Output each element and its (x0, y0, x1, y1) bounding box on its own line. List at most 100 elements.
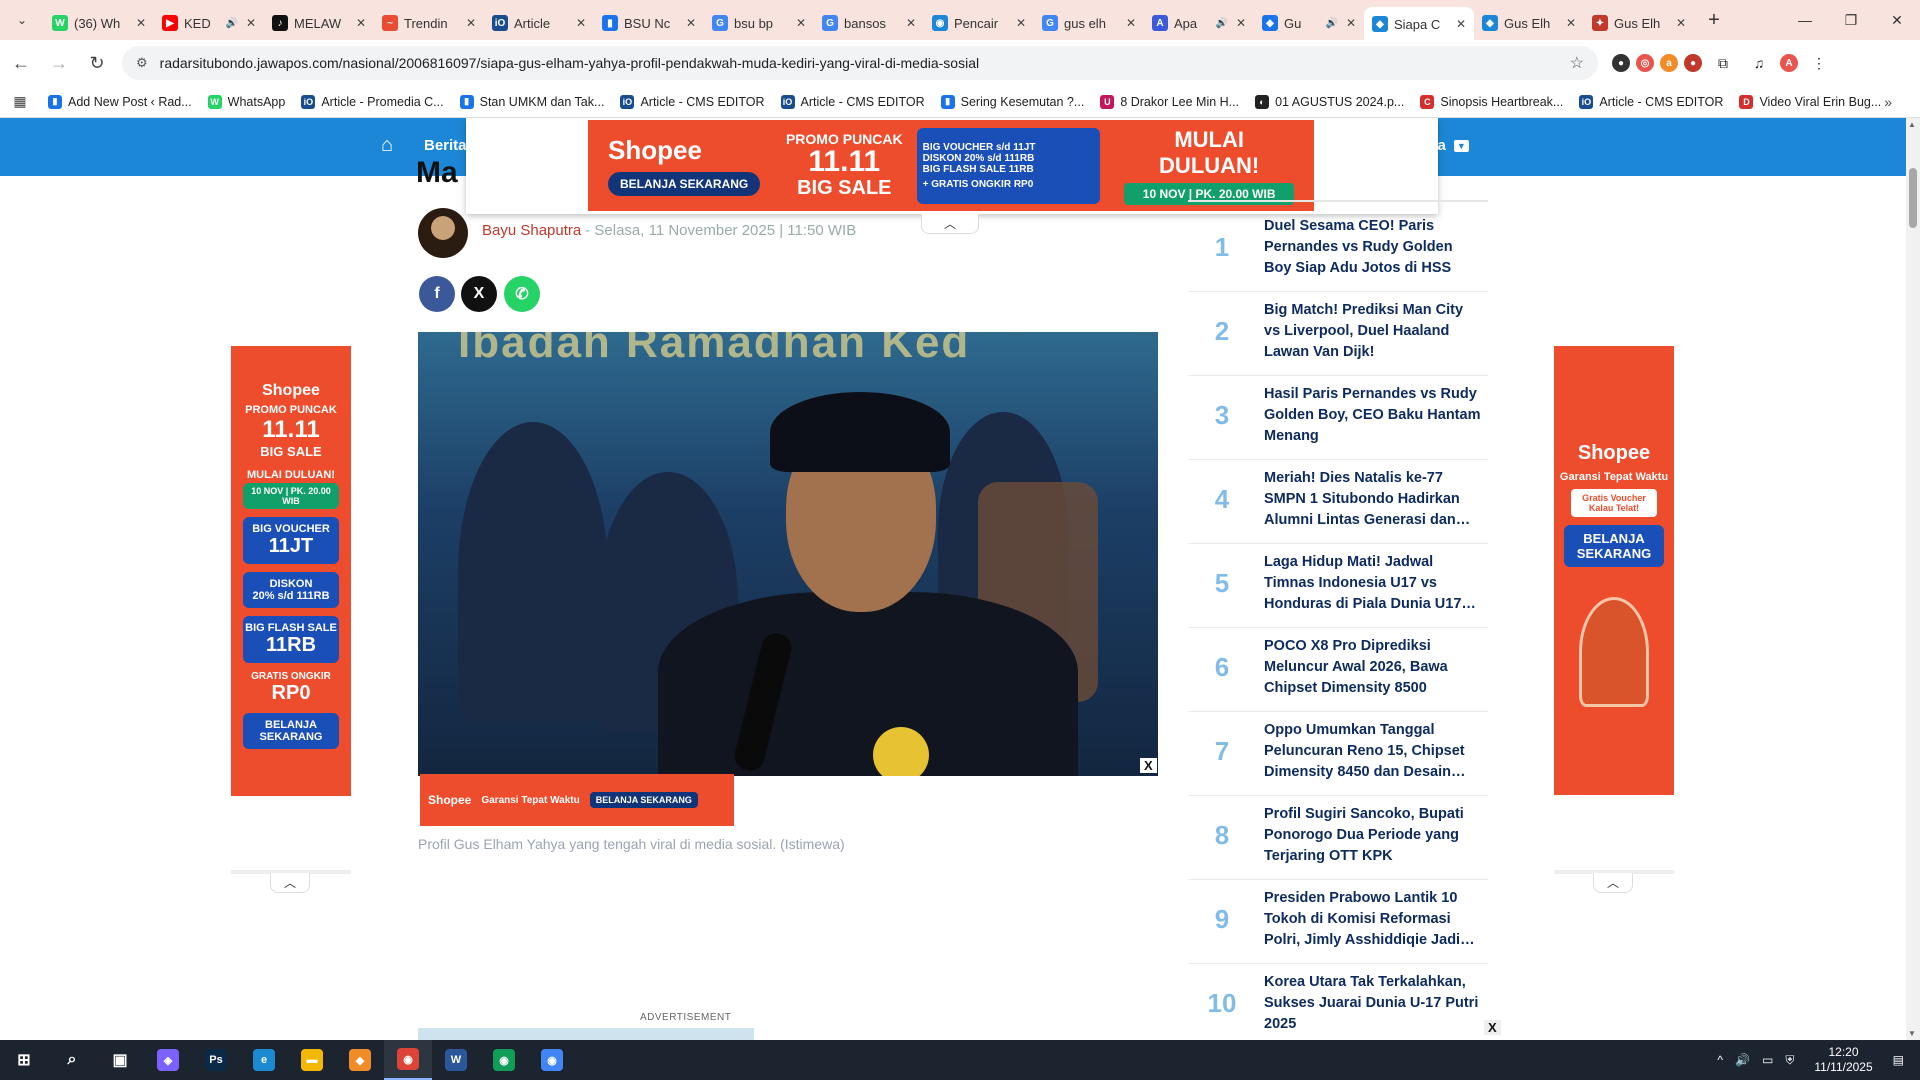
site-info-icon[interactable]: ⚙ (136, 55, 148, 71)
bookmark-item[interactable]: C Sinopsis Heartbreak... (1412, 94, 1571, 109)
left-ad-collapse-button[interactable]: ︿ (270, 873, 310, 893)
tab-close-icon[interactable]: ✕ (136, 16, 146, 30)
minimize-icon[interactable]: — (1782, 0, 1828, 40)
tab-close-icon[interactable]: ✕ (1126, 16, 1136, 30)
browser-tab[interactable]: ◉ Pencair ✕ (924, 7, 1034, 39)
taskbar-clock[interactable]: 12:20 11/11/2025 (1814, 1045, 1872, 1075)
share-facebook-button[interactable]: f (419, 276, 455, 312)
extensions-puzzle-icon[interactable]: ⧉ (1708, 48, 1738, 78)
tab-close-icon[interactable]: ✕ (1456, 17, 1466, 31)
advertisement-slot[interactable] (418, 1028, 754, 1040)
trending-title-link[interactable]: Korea Utara Tak Terkalahkan, Sukses Juar… (1264, 972, 1482, 1035)
browser-tab[interactable]: Gbsu bp ✕ (704, 7, 814, 39)
extension-dark-icon[interactable]: ● (1612, 54, 1630, 72)
restore-icon[interactable]: ❐ (1828, 0, 1874, 40)
bookmark-item[interactable]: iO Article - CMS EDITOR (773, 94, 933, 109)
trending-item[interactable]: 1 Duel Sesama CEO! Paris Pernandes vs Rud… (1188, 208, 1488, 292)
trending-title-link[interactable]: Meriah! Dies Natalis ke-77 SMPN 1 Situbo… (1264, 468, 1482, 531)
tab-audio-icon[interactable]: 🔊 (1215, 18, 1227, 29)
left-side-shopee-ad[interactable]: Shopee PROMO PUNCAK 11.11 BIG SALE MULAI… (231, 346, 351, 796)
tab-audio-icon[interactable]: 🔊 (225, 18, 237, 29)
extension-red-icon[interactable]: ● (1684, 54, 1702, 72)
right-ad-collapse-button[interactable]: ︿ (1593, 873, 1633, 893)
trending-title-link[interactable]: Presiden Prabowo Lantik 10 Tokoh di Komi… (1264, 888, 1482, 951)
browser-tab[interactable]: ◆ Siapa C ✕ (1364, 7, 1474, 41)
scroll-down-icon[interactable]: ▼ (1908, 1029, 1916, 1038)
browser-tab[interactable]: ◆ Gu 🔊 ✕ (1254, 7, 1364, 39)
reload-button[interactable]: ↻ (80, 46, 114, 80)
tab-close-icon[interactable]: ✕ (686, 16, 696, 30)
taskbar-chrome-button[interactable]: ◉ (480, 1040, 528, 1080)
taskbar-task-view-button[interactable]: ▣ (96, 1040, 144, 1080)
trending-item[interactable]: 8 Profil Sugiri Sancoko, Bupati Ponorogo … (1188, 796, 1488, 880)
trending-item[interactable]: 7 Oppo Umumkan Tanggal Peluncuran Reno 15… (1188, 712, 1488, 796)
trending-item[interactable]: 4 Meriah! Dies Natalis ke-77 SMPN 1 Situb… (1188, 460, 1488, 544)
trending-title-link[interactable]: Oppo Umumkan Tanggal Peluncuran Reno 15,… (1264, 720, 1482, 783)
taskbar-copilot-button[interactable]: ◈ (144, 1040, 192, 1080)
browser-tab[interactable]: ✦ Gus Elh ✕ (1584, 7, 1694, 39)
shield-icon[interactable]: ⛨ (1785, 1053, 1794, 1068)
browser-tab[interactable]: ~ Trendin ✕ (374, 7, 484, 39)
taskbar-start-button[interactable]: ⊞ (0, 1040, 48, 1080)
trending-title-link[interactable]: Duel Sesama CEO! Paris Pernandes vs Rudy… (1264, 216, 1482, 279)
bottom-ad-close-button[interactable]: X (1484, 1020, 1501, 1035)
bookmark-item[interactable]: ◐ 01 AGUSTUS 2024.p... (1247, 94, 1412, 109)
hero-ad-close-button[interactable]: X (1140, 758, 1157, 773)
author-name[interactable]: Bayu Shaputra (482, 222, 581, 239)
taskbar-word-button[interactable]: W (432, 1040, 480, 1080)
tab-close-icon[interactable]: ✕ (1016, 16, 1026, 30)
trending-title-link[interactable]: Laga Hidup Mati! Jadwal Timnas Indonesia… (1264, 552, 1482, 615)
bookmark-item[interactable]: ▮ Stan UMKM dan Tak... (452, 94, 613, 109)
bookmark-item[interactable]: iO Article - Promedia C... (293, 94, 451, 109)
browser-tab[interactable]: ▮ BSU Nc ✕ (594, 7, 704, 39)
tab-close-icon[interactable]: ✕ (576, 16, 586, 30)
article-hero-image[interactable]: Ibadah Ramadhan Ked (418, 332, 1158, 776)
taskbar-chrome-2-button[interactable]: ◉ (528, 1040, 576, 1080)
right-side-shopee-ad[interactable]: Shopee Garansi Tepat Waktu Gratis Vouche… (1554, 346, 1674, 795)
trending-title-link[interactable]: Profil Sugiri Sancoko, Bupati Ponorogo D… (1264, 804, 1482, 867)
bookmarks-overflow-icon[interactable]: » (1884, 94, 1892, 110)
tab-close-icon[interactable]: ✕ (356, 16, 366, 30)
scroll-up-icon[interactable]: ▲ (1908, 120, 1916, 129)
tab-close-icon[interactable]: ✕ (1566, 16, 1576, 30)
browser-tab[interactable]: A Apa 🔊 ✕ (1144, 7, 1254, 39)
browser-tab[interactable]: Ggus elh ✕ (1034, 7, 1144, 39)
nav-berita-link[interactable]: Berita (424, 137, 467, 154)
network-icon[interactable]: ▭ (1762, 1053, 1773, 1067)
share-x-button[interactable]: X (461, 276, 497, 312)
extension-instagram-icon[interactable]: ◎ (1636, 54, 1654, 72)
inline-ad-cta[interactable]: BELANJA SEKARANG (589, 792, 698, 808)
bookmark-item[interactable]: U 8 Drakor Lee Min H... (1092, 94, 1247, 109)
tray-overflow-icon[interactable]: ^ (1717, 1053, 1723, 1067)
trending-item[interactable]: 10 Korea Utara Tak Terkalahkan, Sukses Ju… (1188, 964, 1488, 1040)
taskbar-file-explorer-button[interactable]: ▬ (288, 1040, 336, 1080)
close-window-icon[interactable]: ✕ (1874, 0, 1920, 40)
trending-title-link[interactable]: POCO X8 Pro Diprediksi Meluncur Awal 202… (1264, 636, 1482, 699)
back-button[interactable]: ← (4, 46, 38, 80)
trending-item[interactable]: 5 Laga Hidup Mati! Jadwal Timnas Indonesi… (1188, 544, 1488, 628)
bookmark-star-icon[interactable]: ☆ (1570, 53, 1584, 73)
address-bar[interactable]: ⚙ radarsitubondo.jawapos.com/nasional/20… (122, 46, 1598, 80)
media-control-icon[interactable]: ♫ (1744, 48, 1774, 78)
taskbar-app-orange-button[interactable]: ◆ (336, 1040, 384, 1080)
notification-icon[interactable]: ▤ (1893, 1053, 1904, 1067)
page-scrollbar[interactable]: ▲ ▼ (1906, 118, 1920, 1040)
top-ad-collapse-button[interactable]: ︿ (921, 214, 979, 234)
ad-cta-button[interactable]: BELANJA SEKARANG (608, 172, 761, 196)
bookmark-item[interactable]: W WhatsApp (200, 94, 294, 109)
taskbar-photoshop-button[interactable]: Ps (192, 1040, 240, 1080)
left-ad-cta[interactable]: BELANJA SEKARANG (243, 713, 339, 749)
trending-item[interactable]: 3 Hasil Paris Pernandes vs Rudy Golden Bo… (1188, 376, 1488, 460)
taskbar-search-button[interactable]: ⌕ (48, 1040, 96, 1080)
bookmark-item[interactable]: D Video Viral Erin Bug... (1731, 94, 1889, 109)
bookmark-item[interactable]: ▮ Sering Kesemutan ?... (933, 94, 1093, 109)
trending-title-link[interactable]: Big Match! Prediksi Man City vs Liverpoo… (1264, 300, 1482, 363)
bookmark-item[interactable]: ▮ Add New Post ‹ Rad... (40, 94, 200, 109)
browser-tab[interactable]: ◆ Gus Elh ✕ (1474, 7, 1584, 39)
url-text[interactable]: radarsitubondo.jawapos.com/nasional/2006… (160, 55, 1570, 71)
home-icon[interactable]: ⌂ (381, 134, 393, 157)
bookmark-item[interactable]: iO Article - CMS EDITOR (1571, 94, 1731, 109)
browser-tab[interactable]: W (36) Wh ✕ (44, 7, 154, 39)
new-tab-button[interactable]: + (1700, 6, 1728, 34)
browser-menu-icon[interactable]: ⋮ (1804, 48, 1834, 78)
